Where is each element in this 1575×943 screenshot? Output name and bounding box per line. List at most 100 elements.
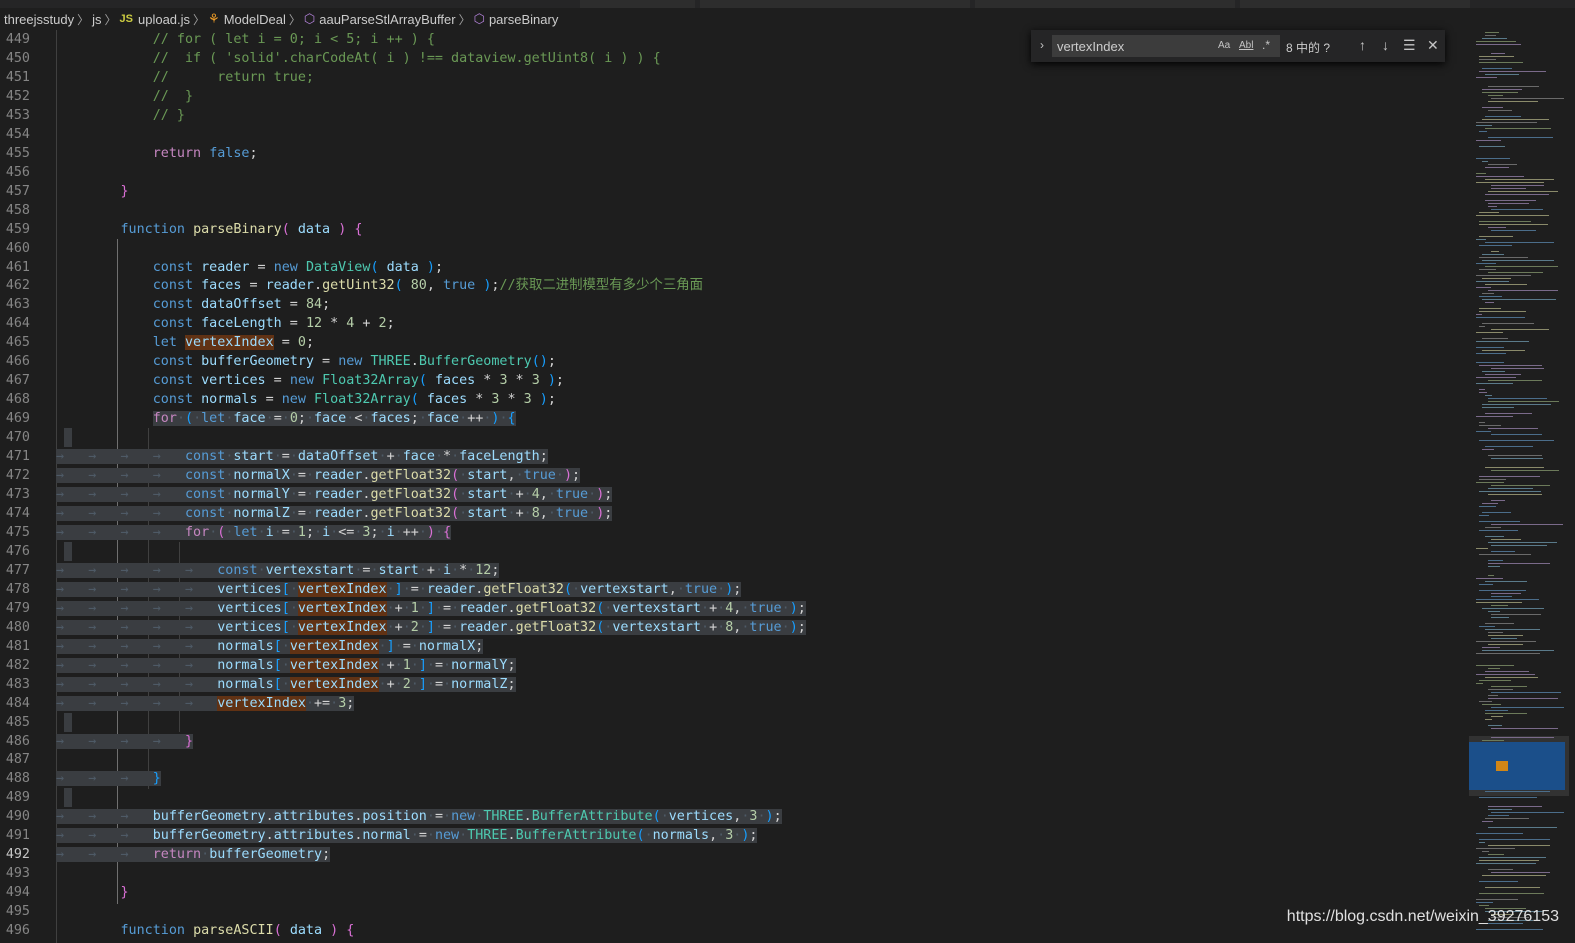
minimap-line: [1482, 875, 1546, 876]
code-line[interactable]: 463 const dataOffset = 84;: [0, 295, 1466, 314]
minimap-line: [1476, 125, 1492, 126]
breadcrumb-file[interactable]: JS upload.js: [120, 12, 191, 27]
code-line[interactable]: 494 }: [0, 883, 1466, 902]
code-line[interactable]: 493: [0, 864, 1466, 883]
code-line[interactable]: 454: [0, 125, 1466, 144]
minimap-line: [1491, 251, 1499, 252]
regex-icon[interactable]: .*: [1262, 38, 1270, 52]
minimap-line: [1491, 470, 1559, 471]
code-text: const bufferGeometry = new THREE.BufferG…: [152, 354, 556, 369]
code-text: // return true;: [152, 70, 314, 85]
code-line[interactable]: 457 }: [0, 182, 1466, 201]
minimap-line: [1479, 626, 1495, 627]
minimap-line: [1488, 86, 1539, 87]
close-icon[interactable]: ✕: [1427, 37, 1439, 54]
breadcrumb-folder-root[interactable]: threejsstudy: [0, 12, 74, 27]
minimap-line: [1479, 530, 1518, 531]
minimap-line: [1488, 191, 1558, 192]
code-line[interactable]: 451 // return true;: [0, 68, 1466, 87]
minimap-line: [1479, 146, 1505, 147]
minimap-line: [1488, 101, 1538, 102]
code-line[interactable]: 483 → → → → → normals[·vertexIndex·+·2·]·…: [0, 675, 1466, 694]
minimap-line: [1491, 728, 1558, 729]
minimap-line: [1476, 122, 1537, 123]
code-line[interactable]: 452 // }: [0, 87, 1466, 106]
code-line[interactable]: 490 → → → bufferGeometry.attributes.posit…: [0, 807, 1466, 826]
minimap-line: [1476, 653, 1540, 654]
find-in-selection-icon[interactable]: ☰: [1403, 37, 1416, 54]
minimap-line: [1482, 704, 1501, 705]
code-line[interactable]: 484 → → → → → vertexIndex·+=·3;: [0, 694, 1466, 713]
code-line[interactable]: 466 const bufferGeometry = new THREE.Buf…: [0, 352, 1466, 371]
breadcrumb-symbol-function[interactable]: ⬡ aauParseStlArrayBuffer: [304, 11, 456, 27]
code-line[interactable]: 486 → → → → }: [0, 732, 1466, 751]
breadcrumb-folder-js[interactable]: js: [92, 12, 101, 27]
breadcrumb-symbol-current[interactable]: ⬡ parseBinary: [474, 11, 559, 27]
minimap-line: [1491, 551, 1515, 552]
code-line[interactable]: 487: [0, 750, 1466, 769]
minimap-line: [1485, 581, 1527, 582]
code-line[interactable]: 456: [0, 163, 1466, 182]
code-line[interactable]: 496 function parseASCII( data ) {: [0, 921, 1466, 940]
code-line[interactable]: 462 const faces = reader.getUint32( 80, …: [0, 276, 1466, 295]
minimap-line: [1476, 158, 1510, 159]
code-text: const faceLength = 12 * 4 + 2;: [152, 316, 395, 331]
minimap-line: [1485, 791, 1550, 792]
code-line[interactable]: 453 // }: [0, 106, 1466, 125]
selection-highlight: [64, 428, 72, 447]
minimap-line: [1476, 674, 1535, 675]
code-editor[interactable]: 449 // for ( let i = 0; i < 5; i ++ ) {4…: [0, 30, 1466, 943]
match-whole-word-icon[interactable]: Abl: [1239, 40, 1253, 51]
minimap-line: [1485, 395, 1492, 396]
code-text: const reader = new DataView( data );: [152, 260, 443, 275]
code-line[interactable]: 476: [0, 542, 1466, 561]
code-line[interactable]: 478 → → → → → vertices[·vertexIndex·]·=·r…: [0, 580, 1466, 599]
code-line[interactable]: 475 → → → → for·(·let·i·=·1;·i·<=·3;·i·++…: [0, 523, 1466, 542]
minimap-line: [1476, 287, 1491, 288]
code-line[interactable]: 467 const vertices = new Float32Array( f…: [0, 371, 1466, 390]
code-line[interactable]: 465 let vertexIndex = 0;: [0, 333, 1466, 352]
code-line[interactable]: 455 return false;: [0, 144, 1466, 163]
code-line[interactable]: 485: [0, 713, 1466, 732]
code-line[interactable]: 481 → → → → → normals[·vertexIndex·]·=·no…: [0, 637, 1466, 656]
line-number: 496: [5, 923, 30, 938]
code-line[interactable]: 479 → → → → → vertices[·vertexIndex·+·1·]…: [0, 599, 1466, 618]
code-line[interactable]: 480 → → → → → vertices[·vertexIndex·+·2·]…: [0, 618, 1466, 637]
minimap-line: [1485, 194, 1549, 195]
match-case-icon[interactable]: Aa: [1218, 40, 1230, 51]
code-line[interactable]: 470: [0, 428, 1466, 447]
code-line[interactable]: 477 → → → → → const·vertexstart·=·start·+…: [0, 561, 1466, 580]
next-match-arrow-down-icon[interactable]: ↓: [1382, 37, 1389, 53]
minimap-line: [1485, 413, 1532, 414]
code-line[interactable]: 458: [0, 201, 1466, 220]
code-line[interactable]: 461 const reader = new DataView( data );: [0, 258, 1466, 277]
code-line[interactable]: 464 const faceLength = 12 * 4 + 2;: [0, 314, 1466, 333]
minimap-line: [1488, 227, 1506, 228]
code-line[interactable]: 491 → → → bufferGeometry.attributes.norma…: [0, 826, 1466, 845]
code-line[interactable]: 495: [0, 902, 1466, 921]
minimap-line: [1479, 245, 1512, 246]
code-line[interactable]: 459 function parseBinary( data ) {: [0, 220, 1466, 239]
minimap-line: [1488, 560, 1503, 561]
code-line[interactable]: 492 → → → return·bufferGeometry;: [0, 845, 1466, 864]
code-line[interactable]: 460: [0, 239, 1466, 258]
code-line[interactable]: 472 → → → → const·normalX·=·reader.getFlo…: [0, 466, 1466, 485]
minimap-line: [1491, 485, 1550, 486]
minimap-line: [1488, 827, 1557, 828]
line-number: 459: [5, 222, 30, 237]
line-number: 474: [5, 506, 30, 521]
code-line[interactable]: 489: [0, 788, 1466, 807]
breadcrumb-symbol-module[interactable]: ⚘ ModelDeal: [208, 11, 286, 27]
code-line[interactable]: 471 → → → → const·start·=·dataOffset·+·fa…: [0, 447, 1466, 466]
code-line[interactable]: 474 → → → → const·normalZ·=·reader.getFlo…: [0, 504, 1466, 523]
toggle-replace-chevron-icon[interactable]: ›: [1035, 38, 1049, 54]
code-line[interactable]: 488 → → → }: [0, 769, 1466, 788]
code-line[interactable]: 468 const normals = new Float32Array( fa…: [0, 390, 1466, 409]
code-line[interactable]: 469 for·(·let·face·=·0;·face·<·faces;·fa…: [0, 409, 1466, 428]
minimap-line: [1482, 404, 1551, 405]
minimap[interactable]: [1466, 30, 1575, 943]
previous-match-arrow-up-icon[interactable]: ↑: [1359, 37, 1366, 53]
code-line[interactable]: 473 → → → → const·normalY·=·reader.getFlo…: [0, 485, 1466, 504]
minimap-line: [1491, 329, 1549, 330]
code-line[interactable]: 482 → → → → → normals[·vertexIndex·+·1·]·…: [0, 656, 1466, 675]
